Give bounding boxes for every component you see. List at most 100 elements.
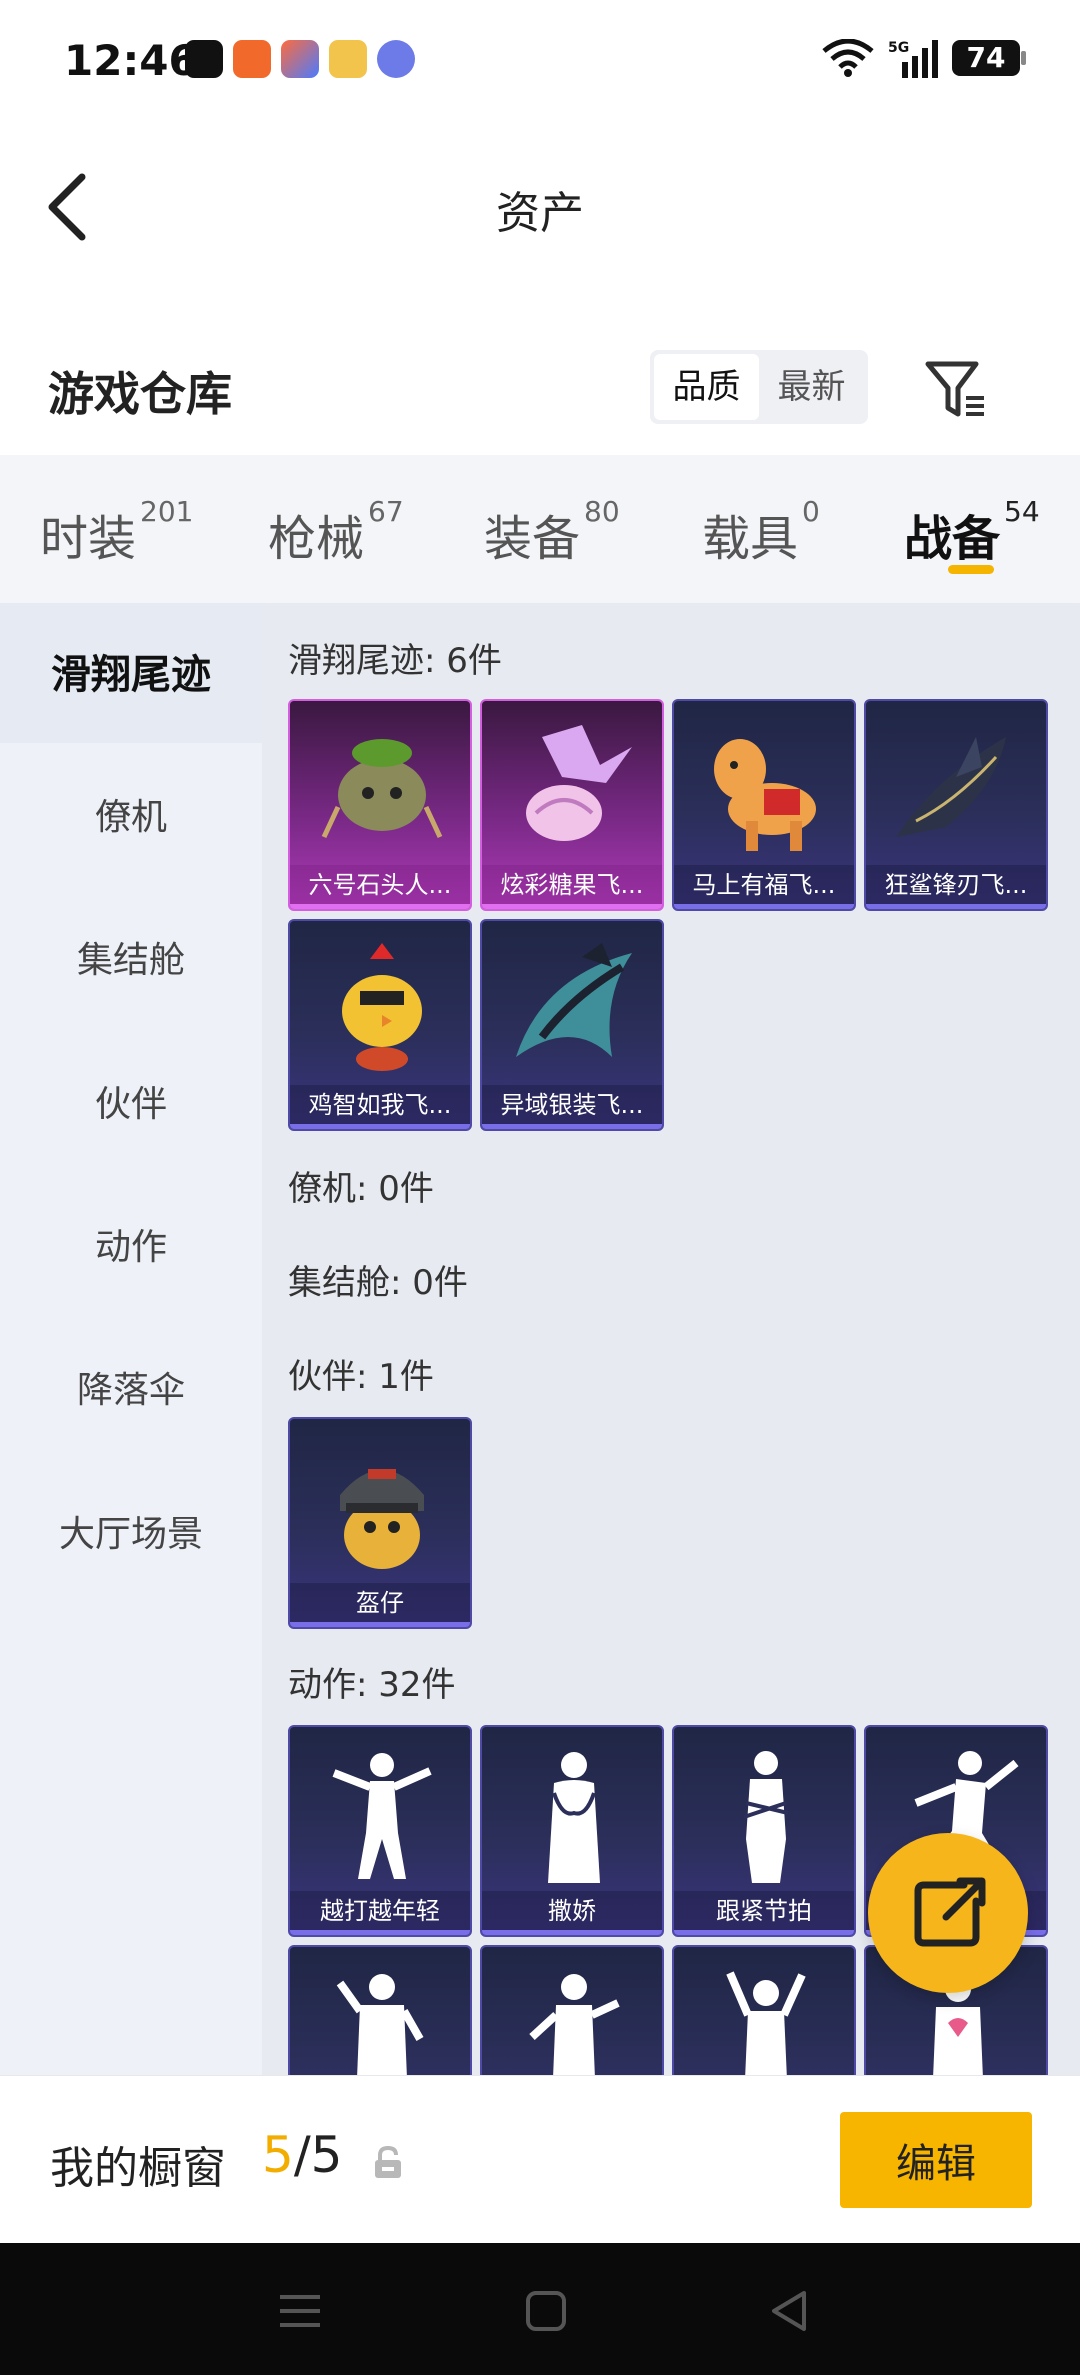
- svg-text:5G: 5G: [888, 40, 909, 56]
- candy-crystal-icon: [526, 725, 632, 841]
- item-name: 狂鲨锋刃飞...: [866, 865, 1046, 909]
- section-title-glide: 滑翔尾迹: 6件: [288, 641, 502, 681]
- tab-count: 54: [1004, 495, 1040, 528]
- silver-wing-icon: [516, 943, 632, 1057]
- tab-count: 201: [140, 495, 194, 528]
- item-name: 炫彩糖果飞...: [482, 865, 662, 909]
- showcase-count: 5/5: [262, 2126, 342, 2184]
- status-right: 5G 74: [822, 38, 1026, 78]
- item-name: 跟紧节拍: [674, 1891, 854, 1935]
- item-name: 马上有福飞...: [674, 865, 854, 909]
- item-card[interactable]: 撒娇: [480, 1725, 664, 1937]
- warehouse-header: 游戏仓库 品质 最新: [0, 340, 1080, 450]
- menu-icon[interactable]: [270, 2281, 330, 2341]
- wifi-icon: [822, 39, 874, 77]
- dancer-silhouette-icon: [332, 1753, 432, 1879]
- tab-label: 战备: [904, 511, 1001, 567]
- tab-vehicles[interactable]: 载具 0: [702, 495, 820, 569]
- item-card[interactable]: 狂鲨锋刃飞...: [864, 699, 1048, 911]
- category-sidebar: 滑翔尾迹 僚机 集结舱 伙伴 动作 降落伞 大厅场景: [0, 603, 262, 2075]
- share-icon: [914, 1877, 986, 1947]
- category-tabs: 时装 201 枪械 67 装备 80 载具 0 战备 54: [0, 455, 1080, 603]
- item-card[interactable]: [288, 1945, 472, 2075]
- app-orange-icon: [233, 40, 271, 78]
- status-time: 12:46: [64, 36, 198, 85]
- section-title-rally: 集结舱: 0件: [288, 1263, 468, 1303]
- sidebar-item-partner[interactable]: 伙伴: [0, 1035, 262, 1175]
- home-icon[interactable]: [516, 2281, 576, 2341]
- item-card[interactable]: 马上有福飞...: [672, 699, 856, 911]
- item-card[interactable]: 跟紧节拍: [672, 1725, 856, 1937]
- item-name: 撒娇: [482, 1891, 662, 1935]
- edit-button[interactable]: 编辑: [840, 2112, 1032, 2208]
- active-tab-indicator: [948, 565, 994, 574]
- chicken-icon: [342, 943, 422, 1071]
- tab-readiness[interactable]: 战备 54: [904, 495, 1040, 569]
- item-card[interactable]: 炫彩糖果飞...: [480, 699, 664, 911]
- stone-golem-icon: [321, 739, 443, 839]
- warehouse-title: 游戏仓库: [48, 367, 232, 421]
- item-card[interactable]: 六号石头人...: [288, 699, 472, 911]
- item-card[interactable]: 越打越年轻: [288, 1725, 472, 1937]
- item-card[interactable]: 盔仔: [288, 1417, 472, 1629]
- item-card[interactable]: 鸡智如我飞...: [288, 919, 472, 1131]
- item-name: 异域银装飞...: [482, 1085, 662, 1129]
- item-name: 越打越年轻: [290, 1891, 470, 1935]
- showcase-label: 我的橱窗: [50, 2143, 226, 2194]
- section-title-emote: 动作: 32件: [288, 1665, 456, 1705]
- app-blue-icon: [377, 40, 415, 78]
- tiktok-icon: [185, 40, 223, 78]
- signal-icon: 5G: [888, 40, 938, 78]
- sidebar-item-rally-pod[interactable]: 集结舱: [0, 891, 262, 1031]
- notification-icons: [185, 40, 415, 78]
- item-card[interactable]: [672, 1945, 856, 2075]
- game-icon: [281, 40, 319, 78]
- system-nav-bar: [0, 2243, 1080, 2375]
- dancer-silhouette-icon: [548, 1752, 600, 1883]
- showcase-current: 5: [262, 2126, 294, 2184]
- dancer-silhouette-icon: [743, 1751, 789, 1883]
- header: 资产: [0, 125, 1080, 285]
- horse-toy-icon: [714, 739, 816, 851]
- page-title: 资产: [496, 188, 584, 239]
- sort-newest-button[interactable]: 最新: [759, 354, 864, 420]
- tab-label: 载具: [702, 511, 799, 567]
- sidebar-item-glide-trail[interactable]: 滑翔尾迹: [0, 603, 262, 743]
- dancer-silhouette-icon: [726, 1971, 806, 2075]
- app-yellow-icon: [329, 40, 367, 78]
- sidebar-item-wingman[interactable]: 僚机: [0, 748, 262, 888]
- tab-label: 枪械: [268, 511, 365, 567]
- tab-equipment[interactable]: 装备 80: [484, 495, 620, 569]
- helmet-chick-icon: [340, 1469, 424, 1569]
- item-card[interactable]: [480, 1945, 664, 2075]
- item-name: 六号石头人...: [290, 865, 470, 909]
- status-bar: 12:46 5G 74: [0, 0, 1080, 125]
- dancer-silhouette-icon: [529, 1974, 620, 2075]
- tab-count: 0: [802, 495, 820, 528]
- item-name: 鸡智如我飞...: [290, 1085, 470, 1129]
- lock-icon: [375, 2146, 401, 2178]
- tab-label: 时装: [40, 511, 137, 567]
- section-title-wingman: 僚机: 0件: [288, 1169, 434, 1209]
- sort-quality-button[interactable]: 品质: [654, 354, 759, 420]
- sidebar-item-parachute[interactable]: 降落伞: [0, 1321, 262, 1461]
- dancer-silhouette-icon: [336, 1974, 424, 2075]
- sidebar-item-emote[interactable]: 动作: [0, 1178, 262, 1318]
- back-icon[interactable]: [760, 2281, 820, 2341]
- tab-count: 67: [368, 495, 404, 528]
- battery-indicator: 74: [952, 40, 1026, 76]
- item-card[interactable]: 异域银装飞...: [480, 919, 664, 1131]
- tab-label: 装备: [484, 511, 581, 567]
- section-title-partner: 伙伴: 1件: [288, 1357, 434, 1397]
- tab-guns[interactable]: 枪械 67: [268, 495, 404, 569]
- filter-icon[interactable]: [922, 356, 988, 422]
- sidebar-item-lobby-scene[interactable]: 大厅场景: [0, 1465, 262, 1605]
- tab-count: 80: [584, 495, 620, 528]
- showcase-bar: 我的橱窗 5/5 编辑: [0, 2075, 1080, 2243]
- shark-blade-icon: [896, 737, 1006, 837]
- share-button[interactable]: [868, 1833, 1028, 1993]
- tab-fashion[interactable]: 时装 201: [40, 495, 193, 569]
- showcase-total: /5: [293, 2126, 343, 2184]
- sort-toggle: 品质 最新: [650, 350, 868, 424]
- item-name: 盔仔: [290, 1583, 470, 1627]
